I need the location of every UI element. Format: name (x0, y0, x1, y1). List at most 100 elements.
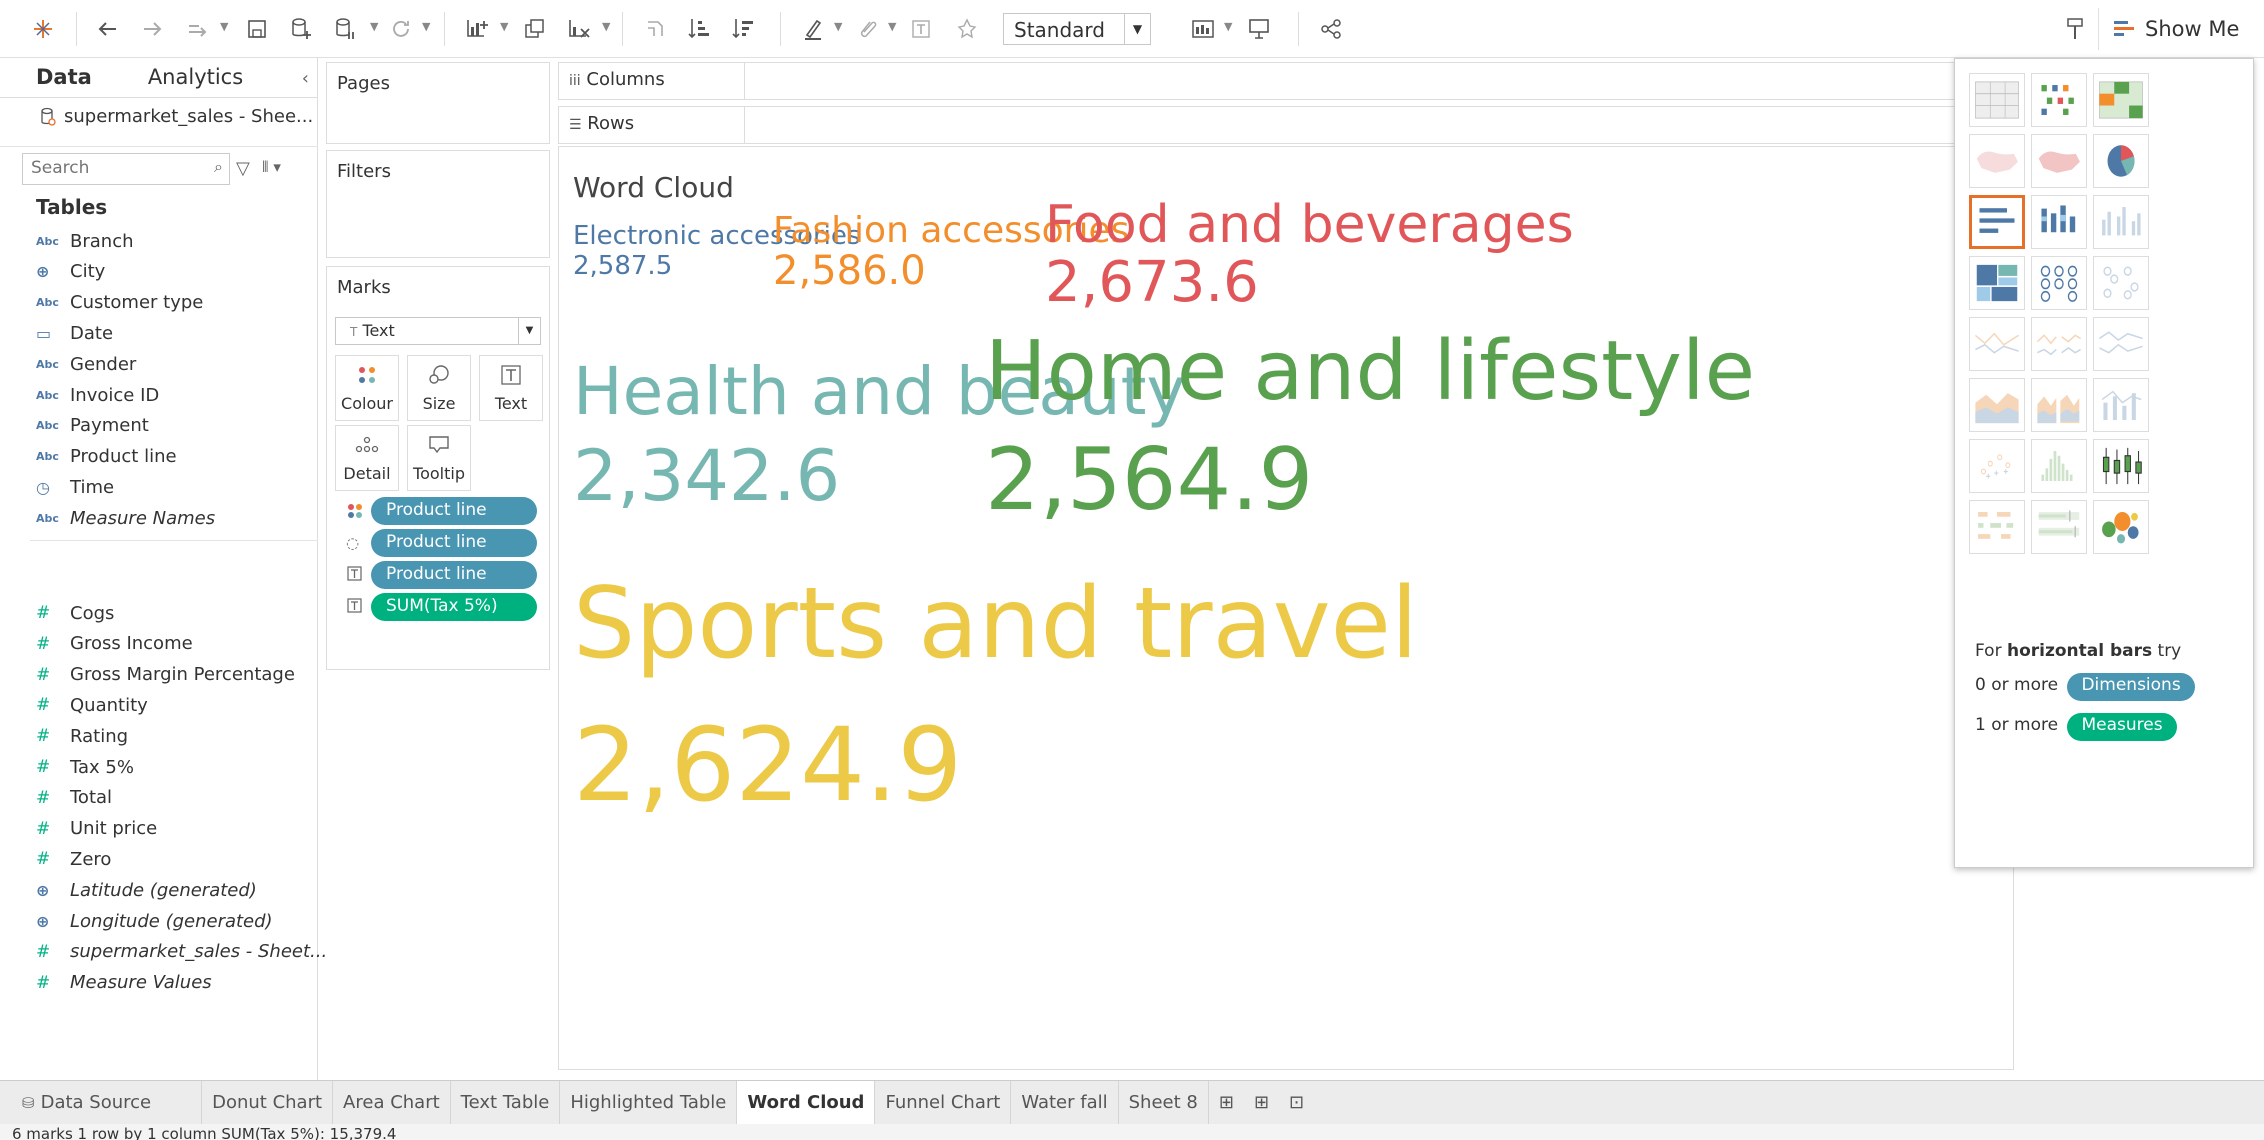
pie-chart-icon[interactable] (2093, 134, 2149, 188)
discrete-lines-icon[interactable] (2031, 317, 2087, 371)
tooltip-button[interactable]: Tooltip (407, 425, 471, 491)
dual-lines-icon[interactable] (2093, 317, 2149, 371)
treemap-icon[interactable] (1969, 256, 2025, 310)
fix-axes-icon[interactable] (952, 14, 982, 44)
view-size-select[interactable]: Standard ▼ (1003, 13, 1151, 45)
highlight-icon[interactable] (798, 14, 828, 44)
sheet-tab[interactable]: Text Table (451, 1080, 561, 1125)
word-value[interactable]: 2,673.6 (1045, 255, 1259, 311)
sheet-tab[interactable]: Donut Chart (202, 1080, 334, 1125)
clear-sheet-icon[interactable] (564, 14, 594, 44)
filled-map-icon[interactable] (2031, 134, 2087, 188)
symbol-map-icon[interactable] (1969, 134, 2025, 188)
dimension-field[interactable]: Abc Product line (36, 442, 177, 472)
columns-shelf[interactable]: iii Columns (558, 62, 1958, 100)
sheet-tab[interactable]: Funnel Chart (875, 1080, 1012, 1125)
dimension-field[interactable]: ◷ Time (36, 472, 114, 502)
tab-analytics[interactable]: Analytics (114, 65, 265, 97)
measure-field[interactable]: # Total (36, 783, 112, 813)
redo-icon[interactable] (138, 14, 168, 44)
scatter-plot-icon[interactable] (1969, 439, 2025, 493)
show-mark-labels-icon[interactable] (906, 14, 936, 44)
new-worksheet-icon[interactable] (462, 14, 492, 44)
worksheet-canvas[interactable]: Word Cloud Electronic accessories 2,587.5… (558, 146, 2014, 1070)
measure-field[interactable]: # Measure Values (36, 968, 212, 998)
show-me-button[interactable]: Show Me (2098, 8, 2260, 50)
stacked-bars-icon[interactable] (2031, 195, 2087, 249)
packed-bubbles-icon[interactable] (2093, 500, 2149, 554)
field-search-input[interactable] (23, 154, 203, 182)
measure-field[interactable]: # supermarket_sales - Sheet... (36, 937, 327, 967)
word-value[interactable]: 2,587.5 (573, 253, 672, 279)
word-label[interactable]: Home and lifestyle (985, 331, 1755, 413)
continuous-lines-icon[interactable] (1969, 317, 2025, 371)
presentation-mode-icon[interactable] (1244, 14, 1274, 44)
refresh-icon[interactable] (386, 14, 416, 44)
dimension-field[interactable]: Abc Measure Names (36, 503, 215, 533)
pause-updates-icon[interactable] (330, 14, 360, 44)
save-icon[interactable] (242, 14, 272, 44)
new-dashboard-tab-icon[interactable]: ⊞ (1244, 1081, 1279, 1125)
replay-animation-icon[interactable] (184, 14, 214, 44)
datasource-row[interactable]: supermarket_sales - Shee... (40, 106, 313, 127)
sort-descending-icon[interactable] (728, 14, 758, 44)
group-members-icon[interactable] (852, 14, 882, 44)
duplicate-sheet-icon[interactable] (520, 14, 550, 44)
horizontal-bars-icon[interactable] (1969, 195, 2025, 249)
sheet-tab[interactable]: Highlighted Table (560, 1080, 738, 1125)
filter-icon[interactable]: ▽ (236, 158, 250, 179)
dimension-field[interactable]: Abc Customer type (36, 288, 203, 318)
colour-pill[interactable]: Product line (371, 497, 537, 525)
measure-field[interactable]: # Unit price (36, 814, 157, 844)
measure-field[interactable]: # Rating (36, 721, 128, 751)
gantt-icon[interactable] (1969, 500, 2025, 554)
collapse-pane-icon[interactable]: ‹ (302, 68, 309, 89)
continuous-area-icon[interactable] (1969, 378, 2025, 432)
show-cards-icon[interactable] (1188, 14, 1218, 44)
word-value[interactable]: 2,342.6 (573, 441, 840, 511)
word-value[interactable]: 2,586.0 (773, 251, 926, 291)
word-label[interactable]: Sports and travel (573, 575, 1418, 673)
histogram-icon[interactable] (2031, 439, 2087, 493)
heat-map-icon[interactable] (2031, 73, 2087, 127)
dual-combination-icon[interactable] (2093, 378, 2149, 432)
dimension-field[interactable]: Abc Branch (36, 226, 134, 256)
colour-button[interactable]: Colour (335, 355, 399, 421)
size-pill[interactable]: Product line (371, 529, 537, 557)
text-pill-tax[interactable]: SUM(Tax 5%) (371, 593, 537, 621)
text-button[interactable]: Text (479, 355, 543, 421)
measure-field[interactable]: # Gross Income (36, 629, 193, 659)
detail-button[interactable]: Detail (335, 425, 399, 491)
measure-field[interactable]: ⊕ Latitude (generated) (36, 875, 257, 905)
new-story-tab-icon[interactable]: ⊡ (1279, 1081, 1314, 1125)
tableau-logo-icon[interactable] (28, 14, 58, 44)
undo-icon[interactable] (92, 14, 122, 44)
field-search-box[interactable]: ⌕ (22, 153, 230, 185)
word-value[interactable]: 2,564.9 (985, 437, 1313, 523)
circle-views-icon[interactable] (2031, 256, 2087, 310)
dimension-field[interactable]: Abc Payment (36, 411, 149, 441)
measure-field[interactable]: # Cogs (36, 598, 114, 628)
text-table-icon[interactable] (1969, 73, 2025, 127)
measure-field[interactable]: # Tax 5% (36, 752, 134, 782)
sheet-tab[interactable]: Water fall (1011, 1080, 1119, 1125)
new-worksheet-tab-icon[interactable]: ⊞ (1209, 1081, 1244, 1125)
side-by-side-circles-icon[interactable] (2093, 256, 2149, 310)
measure-field[interactable]: ⊕ Longitude (generated) (36, 906, 273, 936)
box-whisker-icon[interactable] (2093, 439, 2149, 493)
dimension-field[interactable]: Abc Invoice ID (36, 380, 159, 410)
sheet-tab[interactable]: Area Chart (333, 1080, 451, 1125)
filters-shelf[interactable]: Filters (326, 150, 550, 258)
data-source-tab[interactable]: ⛁ Data Source (0, 1080, 203, 1125)
sheet-tab[interactable]: Word Cloud (737, 1080, 876, 1125)
pages-shelf[interactable]: Pages (326, 62, 550, 144)
side-by-side-bars-icon[interactable] (2093, 195, 2149, 249)
discrete-area-icon[interactable] (2031, 378, 2087, 432)
share-icon[interactable] (1316, 14, 1346, 44)
mark-type-select[interactable]: T Text ▼ (335, 317, 541, 345)
highlight-table-icon[interactable] (2093, 73, 2149, 127)
dimension-field[interactable]: Abc Gender (36, 349, 136, 379)
format-painter-icon[interactable] (2060, 14, 2090, 44)
measure-field[interactable]: # Gross Margin Percentage (36, 660, 295, 690)
size-button[interactable]: Size (407, 355, 471, 421)
